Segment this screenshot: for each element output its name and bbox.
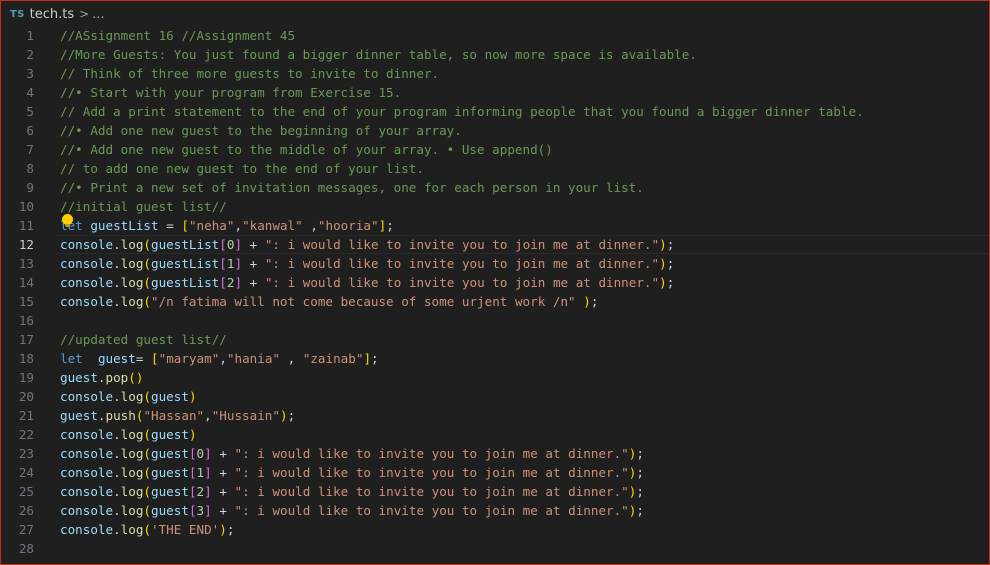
line-number[interactable]: 17: [1, 330, 34, 349]
code-line[interactable]: 12 console.log(guestList[0] + ": i would …: [1, 235, 989, 254]
code-line[interactable]: 11 let guestList = ["neha","kanwal" ,"hoo…: [1, 214, 989, 235]
code-text[interactable]: console.log(guestList[1] + ": i would li…: [60, 254, 674, 273]
code-text[interactable]: console.log(guest[0] + ": i would like t…: [60, 444, 644, 463]
code-text[interactable]: console.log(guest[2] + ": i would like t…: [60, 482, 644, 501]
code-text[interactable]: //More Guests: You just found a bigger d…: [60, 45, 697, 64]
code-line[interactable]: 5 // Add a print statement to the end of …: [1, 102, 989, 121]
line-number[interactable]: 11: [1, 216, 34, 235]
code-text[interactable]: let guestList = ["neha","kanwal" ,"hoori…: [60, 216, 394, 235]
code-text[interactable]: console.log('THE END');: [60, 520, 234, 539]
code-text[interactable]: //• Print a new set of invitation messag…: [60, 178, 644, 197]
code-line[interactable]: 2 //More Guests: You just found a bigger …: [1, 45, 989, 64]
code-line[interactable]: 24 console.log(guest[1] + ": i would like…: [1, 463, 989, 482]
code-text[interactable]: //• Start with your program from Exercis…: [60, 83, 401, 102]
code-text[interactable]: console.log(guest[3] + ": i would like t…: [60, 501, 644, 520]
code-text[interactable]: //ASsignment 16 //Assignment 45: [60, 26, 295, 45]
breadcrumb-more[interactable]: ...: [92, 7, 104, 22]
code-text[interactable]: console.log(guestList[0] + ": i would li…: [60, 235, 674, 254]
code-line[interactable]: 25 console.log(guest[2] + ": i would like…: [1, 482, 989, 501]
code-text[interactable]: let guest= ["maryam","hania" , "zainab"]…: [60, 349, 379, 368]
code-text[interactable]: // Think of three more guests to invite …: [60, 64, 439, 83]
code-line[interactable]: 6 //• Add one new guest to the beginning …: [1, 121, 989, 140]
code-text[interactable]: // to add one new guest to the end of yo…: [60, 159, 424, 178]
code-line[interactable]: 23 console.log(guest[0] + ": i would like…: [1, 444, 989, 463]
line-number[interactable]: 1: [1, 26, 34, 45]
code-text[interactable]: //initial guest list//: [60, 197, 227, 216]
code-line[interactable]: 21 guest.push("Hassan","Hussain");: [1, 406, 989, 425]
code-line[interactable]: 7 //• Add one new guest to the middle of …: [1, 140, 989, 159]
code-text[interactable]: guest.push("Hassan","Hussain");: [60, 406, 295, 425]
code-text[interactable]: //• Add one new guest to the middle of y…: [60, 140, 553, 159]
line-number[interactable]: 22: [1, 425, 34, 444]
code-line[interactable]: 13 console.log(guestList[1] + ": i would …: [1, 254, 989, 273]
line-number[interactable]: 3: [1, 64, 34, 83]
chevron-right-icon: >: [79, 7, 90, 21]
code-text[interactable]: console.log(guestList[2] + ": i would li…: [60, 273, 674, 292]
lightbulb-icon[interactable]: [62, 214, 73, 227]
code-line[interactable]: 18 let guest= ["maryam","hania" , "zainab…: [1, 349, 989, 368]
breadcrumb-file[interactable]: tech.ts: [30, 7, 74, 22]
line-number[interactable]: 18: [1, 349, 34, 368]
code-line[interactable]: 28: [1, 539, 989, 558]
line-number[interactable]: 16: [1, 311, 34, 330]
code-line[interactable]: 15 console.log("/n fatima will not come b…: [1, 292, 989, 311]
code-text[interactable]: console.log(guest): [60, 425, 197, 444]
line-number[interactable]: 23: [1, 444, 34, 463]
code-text[interactable]: console.log(guest[1] + ": i would like t…: [60, 463, 644, 482]
line-number[interactable]: 27: [1, 520, 34, 539]
typescript-icon: TS: [10, 8, 25, 20]
line-number[interactable]: 13: [1, 254, 34, 273]
code-line[interactable]: 22 console.log(guest): [1, 425, 989, 444]
code-text[interactable]: //updated guest list//: [60, 330, 227, 349]
code-text[interactable]: guest.pop(): [60, 368, 143, 387]
breadcrumb: TS tech.ts > ...: [1, 1, 989, 27]
code-line[interactable]: 8 // to add one new guest to the end of y…: [1, 159, 989, 178]
code-text[interactable]: //• Add one new guest to the beginning o…: [60, 121, 462, 140]
line-number[interactable]: 6: [1, 121, 34, 140]
code-line[interactable]: 16: [1, 311, 989, 330]
editor-window: TS tech.ts > ... 1 //ASsignment 16 //Assi…: [0, 0, 990, 565]
line-number[interactable]: 24: [1, 463, 34, 482]
code-line[interactable]: 9 //• Print a new set of invitation messa…: [1, 178, 989, 197]
code-line[interactable]: 10 //initial guest list//: [1, 197, 989, 216]
line-number[interactable]: 15: [1, 292, 34, 311]
line-number[interactable]: 28: [1, 539, 34, 558]
code-line[interactable]: 27 console.log('THE END');: [1, 520, 989, 539]
code-line[interactable]: 3 // Think of three more guests to invite…: [1, 64, 989, 83]
line-number[interactable]: 14: [1, 273, 34, 292]
line-number[interactable]: 5: [1, 102, 34, 121]
line-number[interactable]: 20: [1, 387, 34, 406]
code-line[interactable]: 26 console.log(guest[3] + ": i would like…: [1, 501, 989, 520]
code-text[interactable]: console.log("/n fatima will not come bec…: [60, 292, 598, 311]
line-number[interactable]: 2: [1, 45, 34, 64]
line-number[interactable]: 4: [1, 83, 34, 102]
code-line[interactable]: 20 console.log(guest): [1, 387, 989, 406]
line-number[interactable]: 12: [1, 235, 34, 254]
line-number[interactable]: 10: [1, 197, 34, 216]
line-number[interactable]: 26: [1, 501, 34, 520]
code-text[interactable]: console.log(guest): [60, 387, 197, 406]
line-number[interactable]: 9: [1, 178, 34, 197]
line-number[interactable]: 19: [1, 368, 34, 387]
line-number[interactable]: 25: [1, 482, 34, 501]
code-editor[interactable]: 1 //ASsignment 16 //Assignment 45 2 //More …: [1, 26, 989, 558]
code-line[interactable]: 14 console.log(guestList[2] + ": i would …: [1, 273, 989, 292]
line-number[interactable]: 21: [1, 406, 34, 425]
line-number[interactable]: 8: [1, 159, 34, 178]
code-line[interactable]: 17 //updated guest list//: [1, 330, 989, 349]
code-line[interactable]: 1 //ASsignment 16 //Assignment 45: [1, 26, 989, 45]
line-number[interactable]: 7: [1, 140, 34, 159]
code-text[interactable]: // Add a print statement to the end of y…: [60, 102, 864, 121]
code-line[interactable]: 19 guest.pop(): [1, 368, 989, 387]
code-line[interactable]: 4 //• Start with your program from Exerci…: [1, 83, 989, 102]
